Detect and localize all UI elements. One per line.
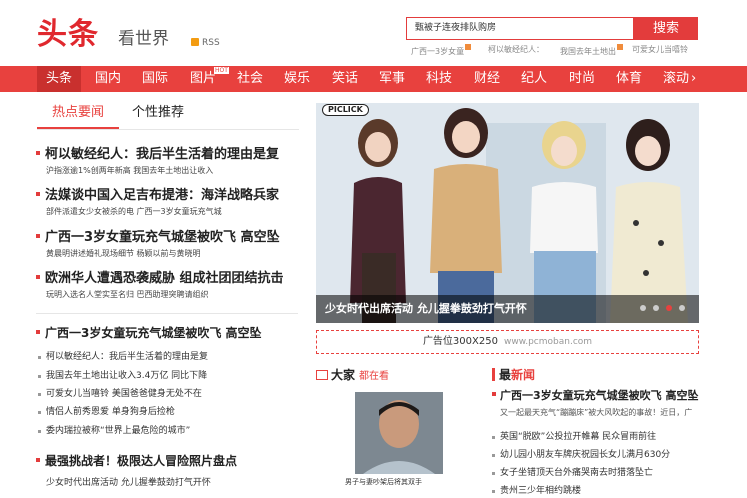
nav-item[interactable]: 时尚 [569, 66, 595, 92]
headline-sub[interactable]: 部件派遣女少女被杀的电 广西一3岁女童玩充气城 [46, 206, 222, 218]
slider-dot-active[interactable] [666, 305, 672, 311]
rss-link[interactable]: RSS [191, 37, 220, 49]
headline[interactable]: 最强挑战者！极限达人冒险照片盘点 [36, 452, 237, 470]
piclick-badge[interactable]: PICLICK [322, 104, 369, 116]
hot-search-link[interactable]: 可爱女儿当嘻铃 [632, 44, 688, 56]
nav-item[interactable]: 财经 [474, 66, 500, 92]
nav-item[interactable]: 国内 [95, 66, 121, 92]
bullet-icon [36, 151, 40, 155]
list-item[interactable]: 英国“脱欧”公投拉开帷幕 民众冒雨前往 [492, 431, 656, 444]
nav-item[interactable]: 图片 [190, 66, 216, 92]
list-item[interactable]: 少女时代出席活动 允儿握拳鼓劲打气开怀 [46, 477, 211, 490]
new-icon [465, 44, 472, 50]
section-title-dajia: 大家 都在看 [316, 367, 389, 385]
headline[interactable]: 欧洲华人遭遇恐袭威胁 组成社团团结抗击 [36, 270, 284, 288]
chevron-icon: › [691, 71, 697, 86]
bullet-icon [36, 192, 40, 196]
photo-caption: 男子与妻吵架后将其双手 [345, 478, 422, 486]
hot-search-link[interactable]: 我国去年土地出 [560, 44, 623, 58]
hot-badge: HOT [214, 67, 229, 74]
image-icon [316, 370, 328, 380]
divider [36, 313, 298, 314]
headline[interactable]: 法媒谈中国入足吉布提港：海洋战略兵家 [36, 187, 279, 205]
headline-sub[interactable]: 黄晨明讲述婚礼现场细节 杨颖以前与黄晓明 [46, 248, 201, 260]
ad-banner[interactable]: 广告位300X250 www.pcmoban.com [316, 330, 699, 354]
news-photo[interactable] [355, 392, 443, 474]
slider-dot[interactable] [653, 305, 659, 311]
nav-item-more[interactable]: 滚动 › [663, 66, 696, 92]
nav-item[interactable]: 军事 [379, 66, 405, 92]
nav-item[interactable]: 笑话 [332, 66, 358, 92]
headline-sub[interactable]: 玩明入选名人堂实至名归 巴西助理突聘请组织 [46, 289, 209, 301]
nav-item[interactable]: 娱乐 [284, 66, 310, 92]
slogan: 看世界 [118, 29, 169, 49]
headline[interactable]: 广西一3岁女童玩充气城堡被吹飞 高空坠 [36, 324, 262, 342]
list-item[interactable]: 幼儿园小朋友车牌庆祝园长女儿满月630分 [492, 449, 670, 462]
headline[interactable]: 广西一3岁女童玩充气城堡被吹飞 高空坠 [36, 229, 280, 247]
slide-photo [316, 103, 699, 323]
bullet-icon [36, 458, 40, 462]
latest-summary: 又一起最天充气“蹦蹦床”被大风吹起的事故！近日，广 [500, 408, 693, 417]
list-item[interactable]: 柯以敏经纪人：我后半生活着的理由是复 [38, 351, 208, 364]
headline-sub[interactable]: 沪指涨逾1%创两年新高 我国去年土地出让收入 [46, 165, 213, 177]
search-button[interactable]: 搜索 [634, 17, 698, 40]
hot-search-link[interactable]: 广西一3岁女童 [411, 44, 472, 58]
bullet-icon [36, 330, 40, 334]
image-slider[interactable] [316, 103, 699, 323]
slider-dot[interactable] [640, 305, 646, 311]
list-item[interactable]: 可爱女儿当嘻铃 美国爸爸健身无处不在 [38, 388, 202, 401]
slider-dot[interactable] [679, 305, 685, 311]
nav-item[interactable]: 科技 [426, 66, 452, 92]
tab-hot-news[interactable]: 热点要闻 [52, 103, 104, 123]
search-input[interactable]: 甄被子连夜排队购房 [406, 17, 634, 40]
section-marker [492, 368, 495, 381]
latest-headline[interactable]: 广西一3岁女童玩充气城堡被吹飞 高空坠 [492, 389, 698, 403]
new-icon [617, 44, 623, 50]
hot-search-link[interactable]: 柯以敏经纪人： [488, 44, 544, 56]
nav-item[interactable]: 纪人 [521, 66, 547, 92]
list-item[interactable]: 贵州三少年相约跳楼 [492, 485, 581, 498]
list-item[interactable]: 委内瑞拉被称“世界上最危险的城市” [38, 425, 190, 438]
headline[interactable]: 柯以敏经纪人：我后半生活着的理由是复 [36, 146, 279, 164]
list-item[interactable]: 女子坐错顶天台外痛哭南去时猎落坠亡 [492, 467, 653, 480]
list-item[interactable]: 情侣人前秀恩爱 单身狗身后捡枪 [38, 406, 175, 419]
list-item[interactable]: 我国去年土地出让收入3.4万亿 同比下降 [38, 370, 207, 383]
rss-icon [191, 38, 199, 46]
tab-personal[interactable]: 个性推荐 [132, 103, 184, 123]
nav-item[interactable]: 体育 [616, 66, 642, 92]
nav-item[interactable]: 社会 [237, 66, 263, 92]
section-title-latest: 最新闻 [499, 368, 536, 382]
slide-caption[interactable]: 少女时代出席活动 允儿握拳鼓劲打气开怀 [325, 302, 527, 316]
nav-item[interactable]: 国际 [142, 66, 168, 92]
nav-item-headlines[interactable]: 头条 [37, 66, 81, 92]
bullet-icon [36, 275, 40, 279]
divider [37, 129, 299, 130]
bullet-icon [36, 234, 40, 238]
logo[interactable]: 头条 [37, 18, 99, 52]
